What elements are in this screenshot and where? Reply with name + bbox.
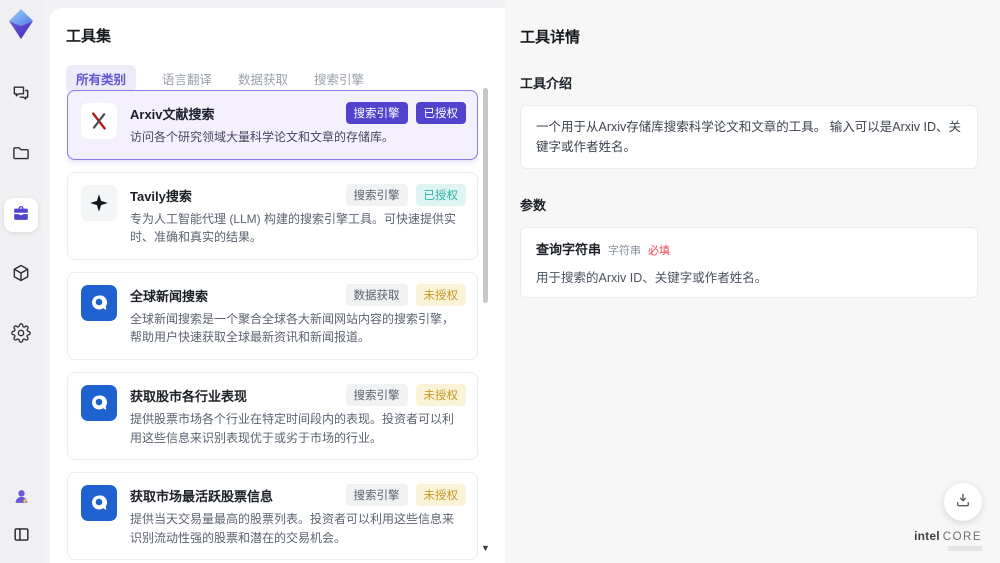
finance-app-icon (81, 485, 117, 522)
parameter-card: 查询字符串 字符串 必填 用于搜索的Arxiv ID、关键字或作者姓名。 (520, 227, 978, 298)
tool-description: 访问各个研究领域大量科学论文和文章的存储库。 (130, 130, 395, 144)
tavily-star-icon (81, 184, 117, 221)
brand-intel: intel (914, 528, 940, 543)
category-tabs: 所有类别 语言翻译 数据获取 搜索引擎 (66, 65, 505, 92)
tool-description: 提供股票市场各个行业在特定时间段内的表现。投资者可以利用这些信息来识别表现优于或… (130, 411, 455, 445)
folder-icon (11, 143, 31, 168)
news-app-icon (81, 284, 117, 321)
category-badge: 搜索引擎 (345, 102, 408, 124)
tab-language-translation[interactable]: 语言翻译 (162, 69, 212, 88)
tool-description: 提供当天交易量最高的股票列表。投资者可以利用这些信息来识别流动性强的股票和潜在的… (130, 512, 455, 545)
tab-data-acquisition[interactable]: 数据获取 (238, 69, 288, 88)
tool-card-active-stocks[interactable]: 获取市场最活跃股票信息 提供当天交易量最高的股票列表。投资者可以利用这些信息来识… (67, 472, 478, 561)
tool-list-panel: 工具集 所有类别 语言翻译 数据获取 搜索引擎 Arxiv文献搜索 访问各个研究… (50, 8, 505, 563)
brand-subtext-bar (948, 546, 982, 551)
cube-icon (11, 263, 31, 288)
category-badge: 搜索引擎 (345, 183, 408, 206)
briefcase-icon (11, 203, 31, 228)
tab-all-categories[interactable]: 所有类别 (66, 65, 137, 92)
category-badge: 数据获取 (345, 283, 408, 306)
finance-app-icon (81, 384, 117, 421)
list-scrollbar[interactable]: ▼ (481, 86, 490, 553)
scroll-down-icon[interactable]: ▼ (481, 543, 490, 553)
sidebar-item-packages[interactable] (4, 258, 38, 292)
auth-status-badge: 已授权 (415, 183, 466, 206)
param-type: 字符串 (608, 245, 642, 257)
arxiv-icon (81, 103, 117, 139)
download-icon (954, 491, 972, 514)
params-heading: 参数 (520, 198, 547, 213)
sidebar-item-settings[interactable] (4, 318, 38, 352)
tab-search-engine[interactable]: 搜索引擎 (314, 69, 364, 88)
tool-card-tavily[interactable]: Tavily搜索 专为人工智能代理 (LLM) 构建的搜索引擎工具。可快速提供实… (67, 171, 478, 260)
page-title: 工具集 (66, 28, 112, 45)
param-required-flag: 必填 (648, 245, 671, 257)
panel-layout-icon (12, 525, 31, 549)
user-avatar[interactable] (4, 487, 38, 511)
sidebar-item-files[interactable] (4, 138, 38, 172)
intro-heading: 工具介绍 (520, 76, 573, 91)
scrollbar-thumb[interactable] (483, 88, 488, 303)
app-window: 工具集 所有类别 语言翻译 数据获取 搜索引擎 Arxiv文献搜索 访问各个研究… (0, 0, 1000, 563)
sidebar-item-toolbox[interactable] (4, 198, 38, 232)
sidebar-item-chat[interactable] (4, 78, 38, 112)
category-badge: 搜索引擎 (345, 484, 408, 507)
tool-card-industry-performance[interactable]: 获取股市各行业表现 提供股票市场各个行业在特定时间段内的表现。投资者可以利用这些… (67, 371, 478, 461)
tool-card-list: Arxiv文献搜索 访问各个研究领域大量科学论文和文章的存储库。 搜索引擎 已授… (67, 90, 478, 563)
auth-status-badge: 已授权 (415, 102, 466, 124)
auth-status-badge: 未授权 (415, 383, 466, 406)
param-description: 用于搜索的Arxiv ID、关键字或作者姓名。 (536, 271, 768, 285)
detail-title: 工具详情 (520, 29, 581, 46)
auth-status-badge: 未授权 (415, 283, 466, 306)
brand-core: CORE (942, 530, 982, 543)
chat-icon (11, 83, 31, 108)
tool-description: 专为人工智能代理 (LLM) 构建的搜索引擎工具。可快速提供实时、准确和真实的结… (130, 211, 457, 245)
intel-core-logo: intel CORE (914, 528, 982, 551)
tool-description: 全球新闻搜索是一个聚合全球各大新闻网站内容的搜索引擎，帮助用户快速获取全球最新资… (130, 311, 455, 345)
user-icon (12, 487, 31, 511)
left-rail (0, 0, 42, 563)
auth-status-badge: 未授权 (415, 484, 466, 507)
tool-card-global-news[interactable]: 全球新闻搜索 全球新闻搜索是一个聚合全球各大新闻网站内容的搜索引擎，帮助用户快速… (67, 271, 478, 360)
download-button[interactable] (944, 483, 982, 521)
collapse-sidebar-button[interactable] (4, 525, 38, 549)
app-logo-icon (6, 8, 36, 40)
gear-icon (11, 322, 31, 348)
category-badge: 搜索引擎 (345, 383, 408, 406)
intro-text: 一个用于从Arxiv存储库搜索科学论文和文章的工具。 输入可以是Arxiv ID… (536, 120, 962, 154)
param-name: 查询字符串 (536, 242, 602, 257)
tool-detail-panel: 工具详情 工具介绍 一个用于从Arxiv存储库搜索科学论文和文章的工具。 输入可… (505, 0, 1000, 563)
intro-card: 一个用于从Arxiv存储库搜索科学论文和文章的工具。 输入可以是Arxiv ID… (520, 105, 978, 169)
tool-card-arxiv[interactable]: Arxiv文献搜索 访问各个研究领域大量科学论文和文章的存储库。 搜索引擎 已授… (67, 90, 478, 160)
